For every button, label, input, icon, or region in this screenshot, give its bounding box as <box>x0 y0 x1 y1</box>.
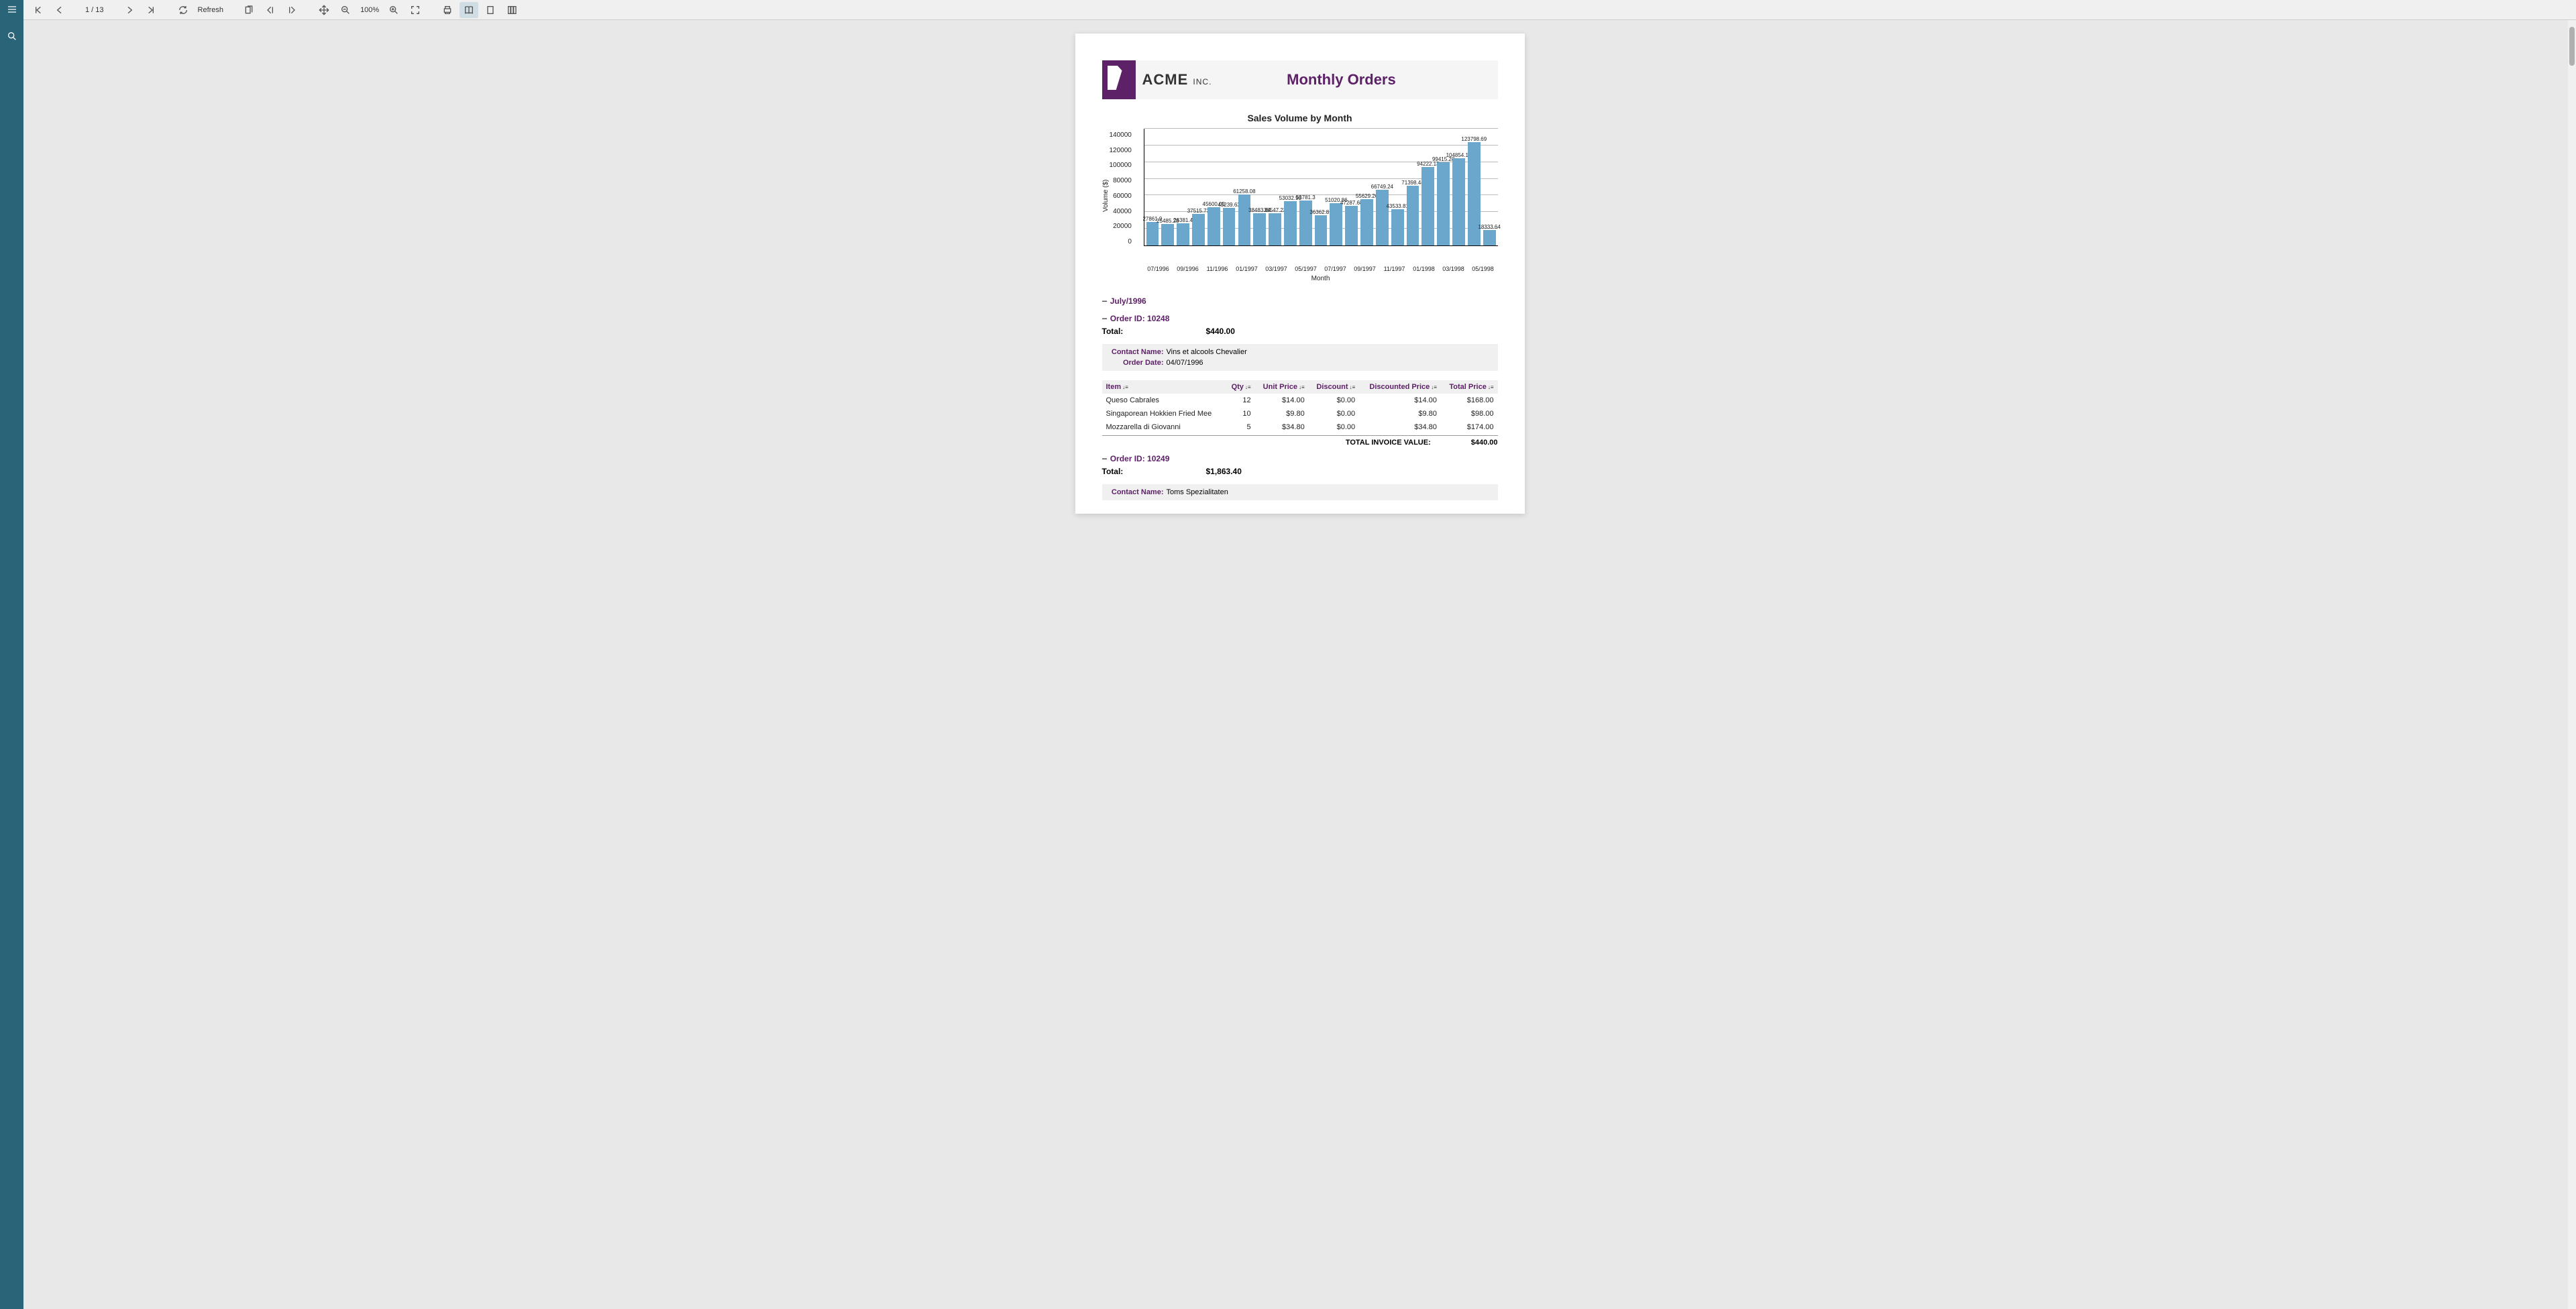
zoom-out-icon[interactable] <box>336 2 355 18</box>
total-value: $440.00 <box>1206 327 1235 336</box>
company-logo <box>1102 60 1136 99</box>
columns-icon[interactable] <box>502 2 521 18</box>
last-page-button[interactable] <box>142 2 160 18</box>
items-table: Item↓≡ Qty↓≡ Unit Price↓≡ Discount↓≡ Dis… <box>1102 380 1498 434</box>
chart-bar: 66749.24 <box>1375 129 1389 245</box>
sales-chart: Sales Volume by Month Volume ($) 0200004… <box>1102 113 1498 282</box>
order-contact-block: Contact Name:Vins et alcools Chevalier O… <box>1102 344 1498 371</box>
chart-bar: 45239.63 <box>1222 129 1236 245</box>
company-name: ACME INC. <box>1142 71 1212 89</box>
scrollbar-thumb[interactable] <box>2569 27 2575 66</box>
sort-icon: ↓≡ <box>1245 384 1251 390</box>
chart-bar: 26381.4 <box>1176 129 1190 245</box>
sort-icon: ↓≡ <box>1431 384 1437 390</box>
col-discount[interactable]: Discount↓≡ <box>1309 380 1359 394</box>
sort-icon: ↓≡ <box>1122 384 1128 390</box>
refresh-label[interactable]: Refresh <box>195 6 227 14</box>
sort-icon: ↓≡ <box>1349 384 1355 390</box>
chart-bar: 37515.73 <box>1191 129 1205 245</box>
chart-bar: 38483.64 <box>1252 129 1267 245</box>
next-page-button[interactable] <box>120 2 139 18</box>
group-order-header[interactable]: −Order ID: 10249 <box>1102 453 1498 464</box>
sort-icon: ↓≡ <box>1488 384 1494 390</box>
chart-bar: 71398.44 <box>1406 129 1420 245</box>
collapse-icon[interactable]: − <box>1102 313 1108 324</box>
fullscreen-icon[interactable] <box>406 2 425 18</box>
group-order-header[interactable]: −Order ID: 10248 <box>1102 313 1498 324</box>
invoice-total-value: $440.00 <box>1471 439 1498 447</box>
chart-title: Sales Volume by Month <box>1102 113 1498 123</box>
zoom-in-icon[interactable] <box>384 2 403 18</box>
prev-page-button[interactable] <box>50 2 69 18</box>
chart-bar: 45600.05 <box>1207 129 1221 245</box>
total-value: $1,863.40 <box>1206 467 1242 476</box>
chart-x-ticks: 07/199609/199611/199601/199703/199705/19… <box>1144 266 1498 272</box>
multipage-icon[interactable] <box>239 2 258 18</box>
chart-bar: 51020.86 <box>1329 129 1343 245</box>
invoice-total-label: TOTAL INVOICE VALUE: <box>1337 439 1471 447</box>
table-row: Singaporean Hokkien Fried Mee10$9.80$0.0… <box>1102 407 1498 420</box>
chart-plot: 27861.925485.2826381.437515.7345600.0545… <box>1144 129 1498 246</box>
zoom-level: 100% <box>358 6 382 14</box>
chart-bar: 43533.81 <box>1391 129 1405 245</box>
collapse-icon[interactable]: − <box>1102 453 1108 464</box>
single-page-icon[interactable] <box>481 2 500 18</box>
col-item[interactable]: Item↓≡ <box>1102 380 1226 394</box>
report-page: ACME INC. Monthly Orders Sales Volume by… <box>1075 34 1525 514</box>
col-unit[interactable]: Unit Price↓≡ <box>1255 380 1309 394</box>
total-label: Total: <box>1102 327 1206 336</box>
chart-y-ticks: 020000400006000080000100000120000140000 <box>1110 131 1134 245</box>
chart-bar: 53032.95 <box>1283 129 1297 245</box>
report-header: ACME INC. Monthly Orders <box>1102 60 1498 99</box>
app-root: 1 / 13 Refresh 100% <box>0 0 2576 1309</box>
chart-bar: 53781.3 <box>1299 129 1313 245</box>
print-icon[interactable] <box>438 2 457 18</box>
chart-y-label: Volume ($) <box>1102 129 1110 263</box>
menu-icon[interactable] <box>5 3 19 16</box>
sort-icon: ↓≡ <box>1299 384 1305 390</box>
chart-bar: 94222.13 <box>1421 129 1435 245</box>
col-discprice[interactable]: Discounted Price↓≡ <box>1359 380 1441 394</box>
step-back-icon[interactable] <box>261 2 280 18</box>
chart-bar: 104854.18 <box>1452 129 1466 245</box>
move-icon[interactable] <box>315 2 333 18</box>
table-row: Queso Cabrales12$14.00$0.00$14.00$168.00 <box>1102 394 1498 407</box>
toolbar: 1 / 13 Refresh 100% <box>23 0 2576 20</box>
chart-bar: 61258.08 <box>1237 129 1251 245</box>
order-contact-block: Contact Name:Toms Spezialitaten <box>1102 484 1498 500</box>
chart-bar: 27861.9 <box>1146 129 1160 245</box>
page-indicator: 1 / 13 <box>83 6 107 14</box>
group-month-header[interactable]: −July/1996 <box>1102 296 1498 306</box>
reload-icon[interactable] <box>174 2 193 18</box>
chart-bar: 18333.64 <box>1483 129 1497 245</box>
col-total[interactable]: Total Price↓≡ <box>1441 380 1498 394</box>
chart-bar: 47287.68 <box>1344 129 1358 245</box>
search-icon[interactable] <box>5 30 19 43</box>
table-row: Mozzarella di Giovanni5$34.80$0.00$34.80… <box>1102 420 1498 434</box>
report-title: Monthly Orders <box>1212 71 1497 89</box>
chart-bar: 99415.28 <box>1436 129 1450 245</box>
chart-x-label: Month <box>1144 275 1498 282</box>
chart-bar: 36362.81 <box>1314 129 1328 245</box>
scrollbar[interactable] <box>2568 20 2576 1309</box>
chart-bar: 38547.23 <box>1268 129 1282 245</box>
report-viewer[interactable]: ACME INC. Monthly Orders Sales Volume by… <box>23 20 2576 1309</box>
left-sidebar <box>0 0 23 1309</box>
chart-bar: 25485.28 <box>1161 129 1175 245</box>
main-area: 1 / 13 Refresh 100% <box>23 0 2576 1309</box>
book-icon[interactable] <box>460 2 478 18</box>
first-page-button[interactable] <box>29 2 48 18</box>
col-qty[interactable]: Qty↓≡ <box>1225 380 1254 394</box>
total-label: Total: <box>1102 467 1206 476</box>
step-forward-icon[interactable] <box>282 2 301 18</box>
collapse-icon[interactable]: − <box>1102 296 1108 306</box>
